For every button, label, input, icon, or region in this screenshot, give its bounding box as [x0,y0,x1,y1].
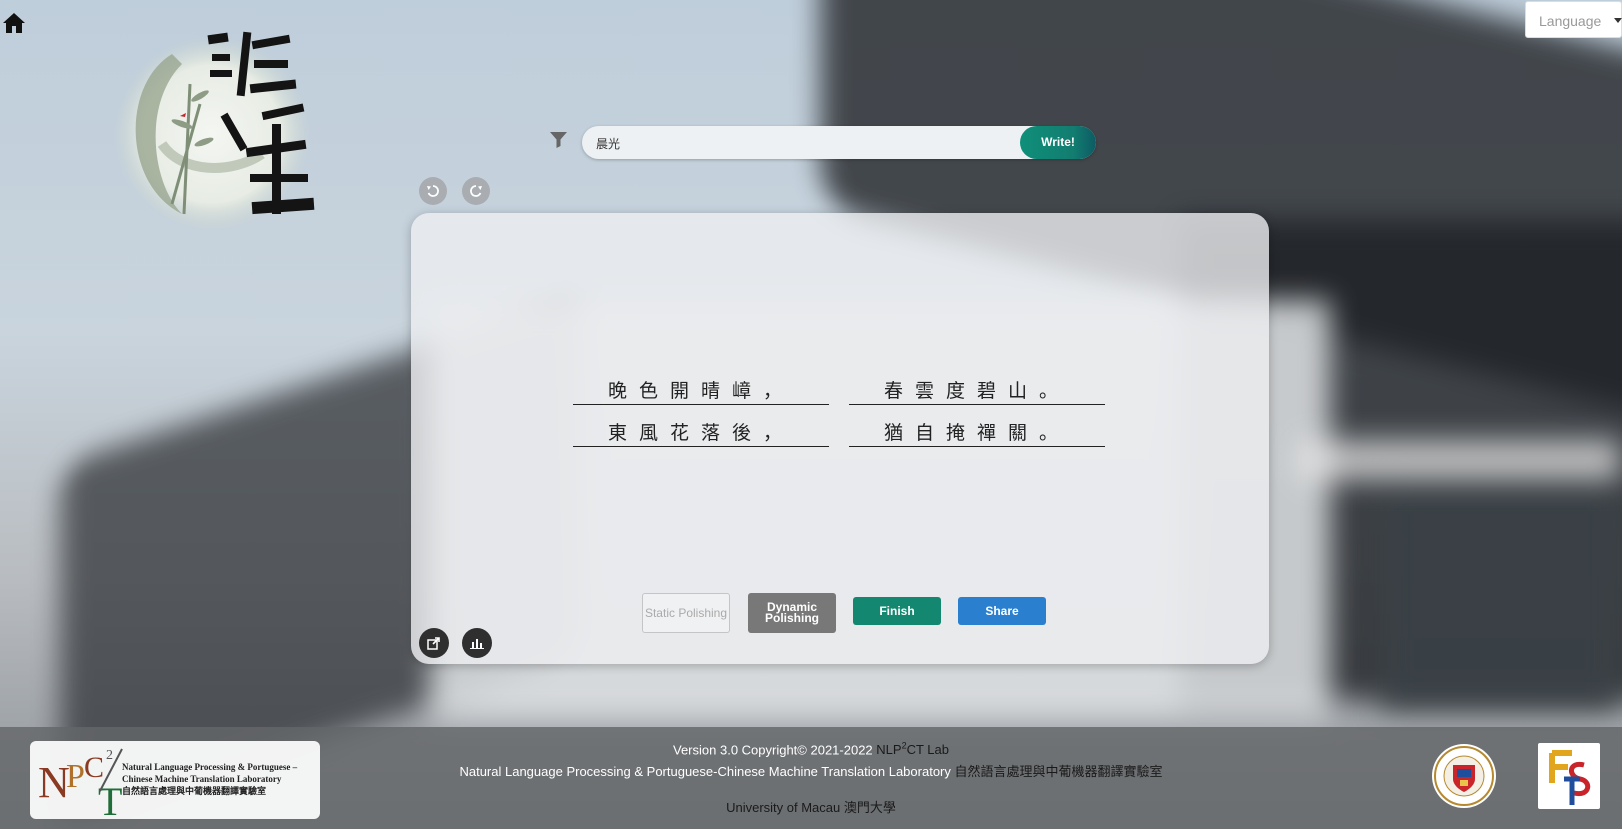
redo-icon[interactable] [462,177,490,205]
lab-short: NLP [876,742,902,758]
fst-logo-icon[interactable] [1538,743,1600,809]
poem-line-1-first[interactable]: 晚色開晴嶂， [573,376,829,405]
university-of-macau-seal-icon[interactable] [1431,737,1497,815]
poem-card: 晚色開晴嶂， 春雲度碧山。 東風花落後， 猶自掩禪關。 Static Polis… [411,213,1269,664]
poem-line-2-second[interactable]: 猶自掩禪關。 [849,418,1105,447]
lab-full-zh: 自然語言處理與中葡機器翻譯實驗室 [954,764,1163,779]
chevron-down-icon [1614,18,1622,23]
poem-line-2-first[interactable]: 東風花落後， [573,418,829,447]
university-zh: 澳門大學 [843,800,896,815]
footer-lab-full: Natural Language Processing & Portuguese… [0,761,1622,780]
university-en: University of Macau [726,800,841,815]
lab-full-en: Natural Language Processing & Portuguese… [459,764,951,779]
undo-icon[interactable] [419,177,447,205]
version-text: Version 3.0 Copyright© 2021-2022 [673,742,873,758]
language-dropdown[interactable]: Language [1525,1,1622,38]
footer-university: University of Macau 澳門大學 [0,797,1622,816]
finish-button[interactable]: Finish [853,597,941,625]
footer-version: Version 3.0 Copyright© 2021-2022 NLP2CT … [0,741,1622,757]
search-bar [582,126,1096,159]
calligraphy-logo-icon [112,24,320,234]
static-polishing-button[interactable]: Static Polishing [642,593,730,633]
home-icon[interactable] [2,12,25,34]
lab-link[interactable]: NLP2CT Lab [876,741,949,758]
poem-line-1-second[interactable]: 春雲度碧山。 [849,376,1105,405]
write-button[interactable]: Write! [1020,126,1096,159]
dynamic-polishing-button[interactable]: Dynamic Polishing [748,593,836,633]
search-input[interactable] [594,132,978,154]
bar-chart-icon[interactable] [462,628,492,658]
language-label: Language [1539,13,1602,29]
filter-icon[interactable] [550,131,567,153]
footer: N P C T 2 Natural Language Processing & … [0,727,1622,829]
nlp-logo-line-3: 自然語言處理與中葡機器翻譯實驗室 [122,786,267,796]
lab-short-suffix: CT Lab [906,742,949,758]
export-icon[interactable] [419,628,449,658]
share-button[interactable]: Share [958,597,1046,625]
